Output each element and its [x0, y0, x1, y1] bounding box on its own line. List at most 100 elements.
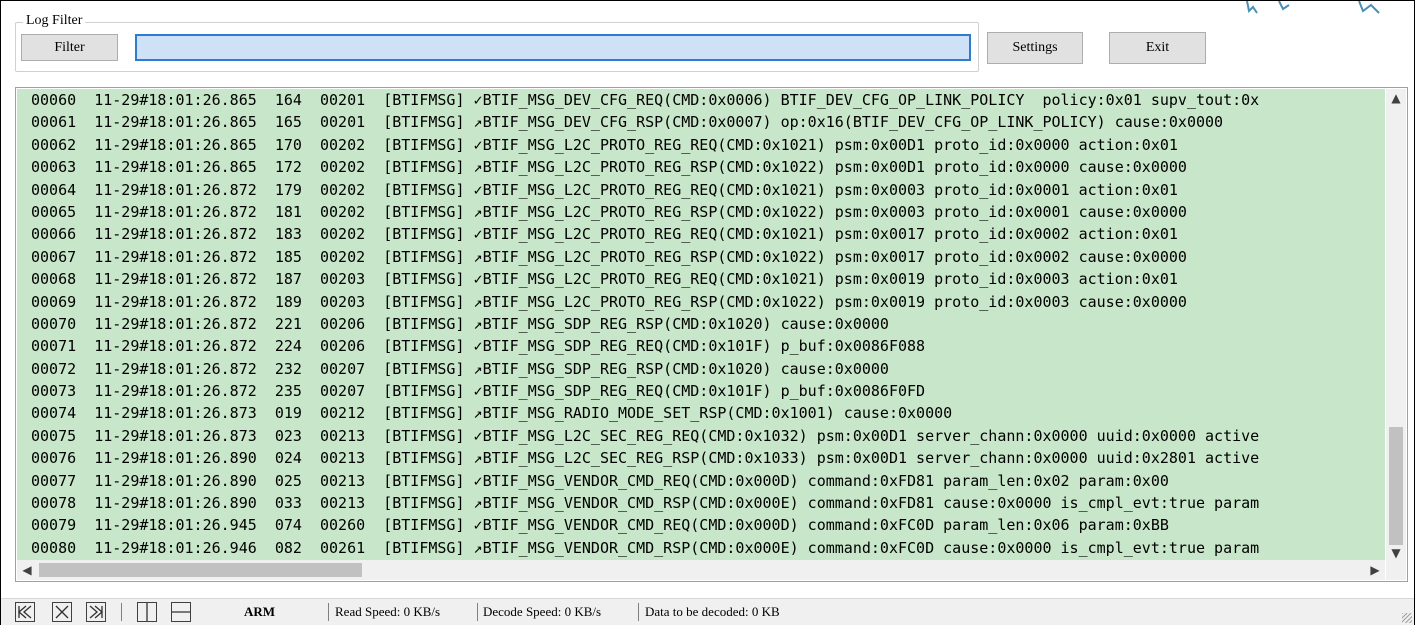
scroll-left-icon[interactable]: ◀ [17, 560, 37, 580]
log-row[interactable]: 00072 11-29#18:01:26.872 232 00207 [BTIF… [17, 358, 1385, 380]
log-row[interactable]: 00073 11-29#18:01:26.872 235 00207 [BTIF… [17, 380, 1385, 402]
exit-button[interactable]: Exit [1109, 32, 1206, 64]
log-seq: 165 [274, 113, 302, 132]
horizontal-scrollbar[interactable]: ◀ ▶ [17, 560, 1385, 580]
log-direction-icon: ✓ [473, 225, 483, 244]
log-message: BTIF_MSG_L2C_PROTO_REG_REQ(CMD:0x1021) p… [482, 225, 1178, 244]
log-row[interactable]: 00070 11-29#18:01:26.872 221 00206 [BTIF… [17, 313, 1385, 335]
log-row[interactable]: 00063 11-29#18:01:26.865 172 00202 [BTIF… [17, 156, 1385, 178]
log-seq: 164 [274, 91, 302, 109]
skip-first-icon[interactable] [15, 602, 35, 622]
log-message: BTIF_MSG_L2C_PROTO_REG_REQ(CMD:0x1021) p… [482, 270, 1178, 289]
log-message: BTIF_MSG_SDP_REG_RSP(CMD:0x1020) cause:0… [482, 314, 889, 333]
log-seq: 033 [274, 494, 302, 513]
log-direction-icon: ↗ [473, 449, 483, 468]
log-direction-icon: ↗ [473, 247, 483, 266]
log-row[interactable]: 00071 11-29#18:01:26.872 224 00206 [BTIF… [17, 335, 1385, 357]
log-direction-icon: ✓ [473, 382, 483, 401]
data-to-decode: Data to be decoded: 0 KB [645, 604, 780, 619]
log-message: BTIF_MSG_L2C_PROTO_REG_REQ(CMD:0x1021) p… [482, 135, 1178, 154]
log-row[interactable]: 00079 11-29#18:01:26.945 074 00260 [BTIF… [17, 514, 1385, 536]
log-id: 00068 [31, 270, 77, 289]
log-id: 00064 [31, 180, 77, 199]
log-row[interactable]: 00067 11-29#18:01:26.872 185 00202 [BTIF… [17, 246, 1385, 268]
log-id: 00078 [31, 494, 77, 513]
log-time: 11-29#18:01:26.872 [94, 337, 257, 356]
log-row[interactable]: 00062 11-29#18:01:26.865 170 00202 [BTIF… [17, 134, 1385, 156]
filter-input[interactable] [135, 34, 971, 61]
log-row[interactable]: 00064 11-29#18:01:26.872 179 00202 [BTIF… [17, 179, 1385, 201]
log-row[interactable]: 00077 11-29#18:01:26.890 025 00213 [BTIF… [17, 470, 1385, 492]
vertical-scroll-thumb[interactable] [1389, 427, 1403, 545]
log-code: 00201 [320, 91, 366, 109]
log-id: 00066 [31, 225, 77, 244]
read-speed: Read Speed: 0 KB/s [335, 604, 441, 619]
log-message: BTIF_MSG_L2C_SEC_REG_RSP(CMD:0x1033) psm… [482, 449, 1260, 468]
split-vertical-icon[interactable] [137, 602, 157, 622]
log-row[interactable]: 00066 11-29#18:01:26.872 183 00202 [BTIF… [17, 223, 1385, 245]
log-seq: 172 [274, 158, 302, 177]
log-code: 00213 [320, 471, 366, 490]
log-tag: [BTIFMSG] [383, 471, 465, 490]
settings-button[interactable]: Settings [987, 32, 1083, 64]
log-tag: [BTIFMSG] [383, 247, 465, 266]
log-row[interactable]: 00069 11-29#18:01:26.872 189 00203 [BTIF… [17, 291, 1385, 313]
log-code: 00261 [320, 538, 366, 557]
log-list[interactable]: 00060 11-29#18:01:26.865 164 00201 [BTIF… [17, 89, 1385, 562]
log-row[interactable]: 00080 11-29#18:01:26.946 082 00261 [BTIF… [17, 537, 1385, 559]
log-tag: [BTIFMSG] [383, 180, 465, 199]
log-row[interactable]: 00065 11-29#18:01:26.872 181 00202 [BTIF… [17, 201, 1385, 223]
log-direction-icon: ↗ [473, 314, 483, 333]
log-direction-icon: ✓ [473, 91, 483, 109]
log-code: 00206 [320, 314, 366, 333]
log-time: 11-29#18:01:26.946 [94, 538, 257, 557]
log-code: 00213 [320, 449, 366, 468]
log-id: 00063 [31, 158, 77, 177]
split-horizontal-icon[interactable] [171, 602, 191, 622]
resize-grip-icon[interactable] [1402, 613, 1412, 623]
status-separator [121, 603, 122, 621]
log-message: BTIF_MSG_L2C_PROTO_REG_RSP(CMD:0x1022) p… [482, 247, 1187, 266]
log-row[interactable]: 00075 11-29#18:01:26.873 023 00213 [BTIF… [17, 425, 1385, 447]
log-time: 11-29#18:01:26.873 [94, 404, 257, 423]
filter-button[interactable]: Filter [21, 34, 118, 61]
log-row[interactable]: 00074 11-29#18:01:26.873 019 00212 [BTIF… [17, 402, 1385, 424]
log-code: 00203 [320, 292, 366, 311]
scroll-up-icon[interactable]: ▲ [1386, 91, 1406, 105]
log-message: BTIF_MSG_L2C_PROTO_REG_REQ(CMD:0x1021) p… [482, 180, 1178, 199]
log-seq: 181 [274, 202, 302, 221]
log-message: BTIF_MSG_RADIO_MODE_SET_RSP(CMD:0x1001) … [482, 404, 953, 423]
log-seq: 187 [274, 270, 302, 289]
horizontal-scroll-thumb[interactable] [39, 563, 362, 577]
log-time: 11-29#18:01:26.872 [94, 225, 257, 244]
log-time: 11-29#18:01:26.890 [94, 449, 257, 468]
log-row[interactable]: 00078 11-29#18:01:26.890 033 00213 [BTIF… [17, 492, 1385, 514]
log-row[interactable]: 00068 11-29#18:01:26.872 187 00203 [BTIF… [17, 268, 1385, 290]
log-seq: 025 [274, 471, 302, 490]
scroll-right-icon[interactable]: ▶ [1365, 560, 1385, 580]
status-separator [328, 603, 329, 621]
log-code: 00201 [320, 113, 366, 132]
log-code: 00213 [320, 426, 366, 445]
log-tag: [BTIFMSG] [383, 538, 465, 557]
log-seq: 183 [274, 225, 302, 244]
log-row[interactable]: 00060 11-29#18:01:26.865 164 00201 [BTIF… [17, 89, 1385, 111]
log-time: 11-29#18:01:26.865 [94, 135, 257, 154]
log-id: 00069 [31, 292, 77, 311]
scroll-down-icon[interactable]: ▼ [1386, 546, 1406, 560]
stop-box-icon[interactable] [52, 602, 72, 622]
skip-last-icon[interactable] [86, 602, 106, 622]
vertical-scrollbar[interactable]: ▲ ▼ [1386, 89, 1406, 562]
log-row[interactable]: 00076 11-29#18:01:26.890 024 00213 [BTIF… [17, 447, 1385, 469]
log-id: 00062 [31, 135, 77, 154]
log-filter-title: Log Filter [23, 13, 86, 29]
log-id: 00067 [31, 247, 77, 266]
log-direction-icon: ↗ [473, 202, 483, 221]
log-time: 11-29#18:01:26.865 [94, 113, 257, 132]
architecture-label: ARM [244, 604, 276, 619]
log-id: 00070 [31, 314, 77, 333]
log-code: 00202 [320, 180, 366, 199]
log-tag: [BTIFMSG] [383, 135, 465, 154]
log-tag: [BTIFMSG] [383, 292, 465, 311]
log-row[interactable]: 00061 11-29#18:01:26.865 165 00201 [BTIF… [17, 111, 1385, 133]
